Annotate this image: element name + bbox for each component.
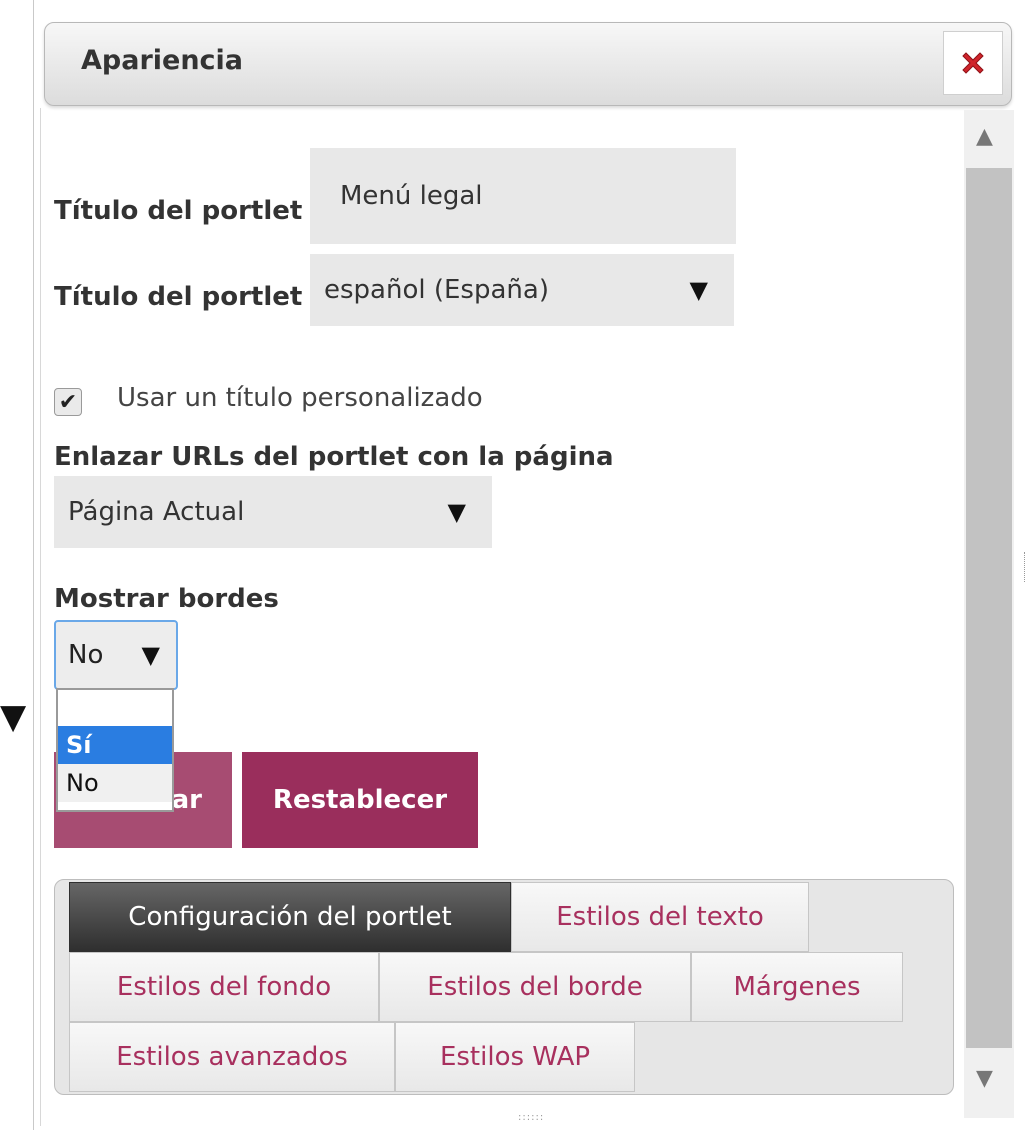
language-select[interactable]: español (España) ▼ [310,254,734,326]
page-edge-line [33,0,34,1130]
tab-portlet-config[interactable]: Configuración del portlet [69,882,511,952]
tab-advanced-styles[interactable]: Estilos avanzados [69,1022,395,1092]
portlet-title-input[interactable]: Menú legal [310,148,736,244]
language-label: Título del portlet [54,282,303,312]
language-select-value: español (España) [324,275,549,305]
dropdown-option-si[interactable]: Sí [58,726,172,764]
tab-text-styles[interactable]: Estilos del texto [511,882,809,952]
scrollbar-thumb[interactable] [966,168,1012,1048]
triangle-down-icon: ▼ [689,276,708,304]
tab-border-styles[interactable]: Estilos del borde [379,952,691,1022]
reset-button[interactable]: Restablecer [242,752,478,848]
dialog-title: Apariencia [81,45,244,76]
scroll-down-icon[interactable]: ▼ [976,1066,993,1091]
tab-wap-styles[interactable]: Estilos WAP [395,1022,635,1092]
bottom-resize-grip[interactable]: :::::: [518,1112,544,1123]
link-urls-select[interactable]: Página Actual ▼ [54,476,492,548]
side-resize-grip[interactable] [1024,552,1028,582]
tab-label: Estilos del fondo [116,972,332,1002]
tab-label: Márgenes [733,972,861,1002]
tab-label: Estilos avanzados [116,1042,348,1072]
checkmark-icon: ✔ [58,389,78,415]
triangle-down-icon: ▼ [141,641,160,669]
dialog-titlebar[interactable]: Apariencia [44,22,1012,106]
tab-label: Configuración del portlet [128,902,452,932]
tab-background-styles[interactable]: Estilos del fondo [69,952,379,1022]
save-button-label: ar [171,785,202,815]
show-borders-value: No [68,640,104,670]
triangle-down-icon: ▼ [447,498,466,526]
close-button[interactable] [943,31,1003,95]
dropdown-option-empty[interactable] [58,690,172,726]
custom-title-label: Usar un título personalizado [117,383,483,413]
show-borders-label: Mostrar bordes [54,584,279,614]
caret-down-icon: ▼ [0,697,27,737]
show-borders-dropdown: Sí No [56,688,174,812]
link-urls-select-value: Página Actual [68,497,245,527]
show-borders-select[interactable]: No ▼ [54,620,178,690]
vertical-scrollbar[interactable]: ▲ ▼ [964,110,1014,1118]
link-urls-label: Enlazar URLs del portlet con la página [54,442,614,472]
style-tabs: Configuración del portlet Estilos del te… [54,879,954,1095]
reset-button-label: Restablecer [272,785,448,815]
appearance-dialog: Apariencia ▲ ▼ Título del portlet Menú l… [40,18,1015,1126]
dialog-content: Título del portlet Menú legal Título del… [40,118,960,1118]
close-icon [962,52,984,74]
custom-title-checkbox[interactable]: ✔ [54,388,82,416]
dropdown-option-no[interactable]: No [58,764,172,802]
tab-label: Estilos WAP [439,1042,591,1072]
tab-label: Estilos del borde [427,972,643,1002]
tab-margins[interactable]: Márgenes [691,952,903,1022]
scroll-up-icon[interactable]: ▲ [976,124,993,149]
tab-label: Estilos del texto [556,902,764,932]
portlet-title-value: Menú legal [340,181,483,211]
portlet-title-label: Título del portlet [54,196,303,226]
